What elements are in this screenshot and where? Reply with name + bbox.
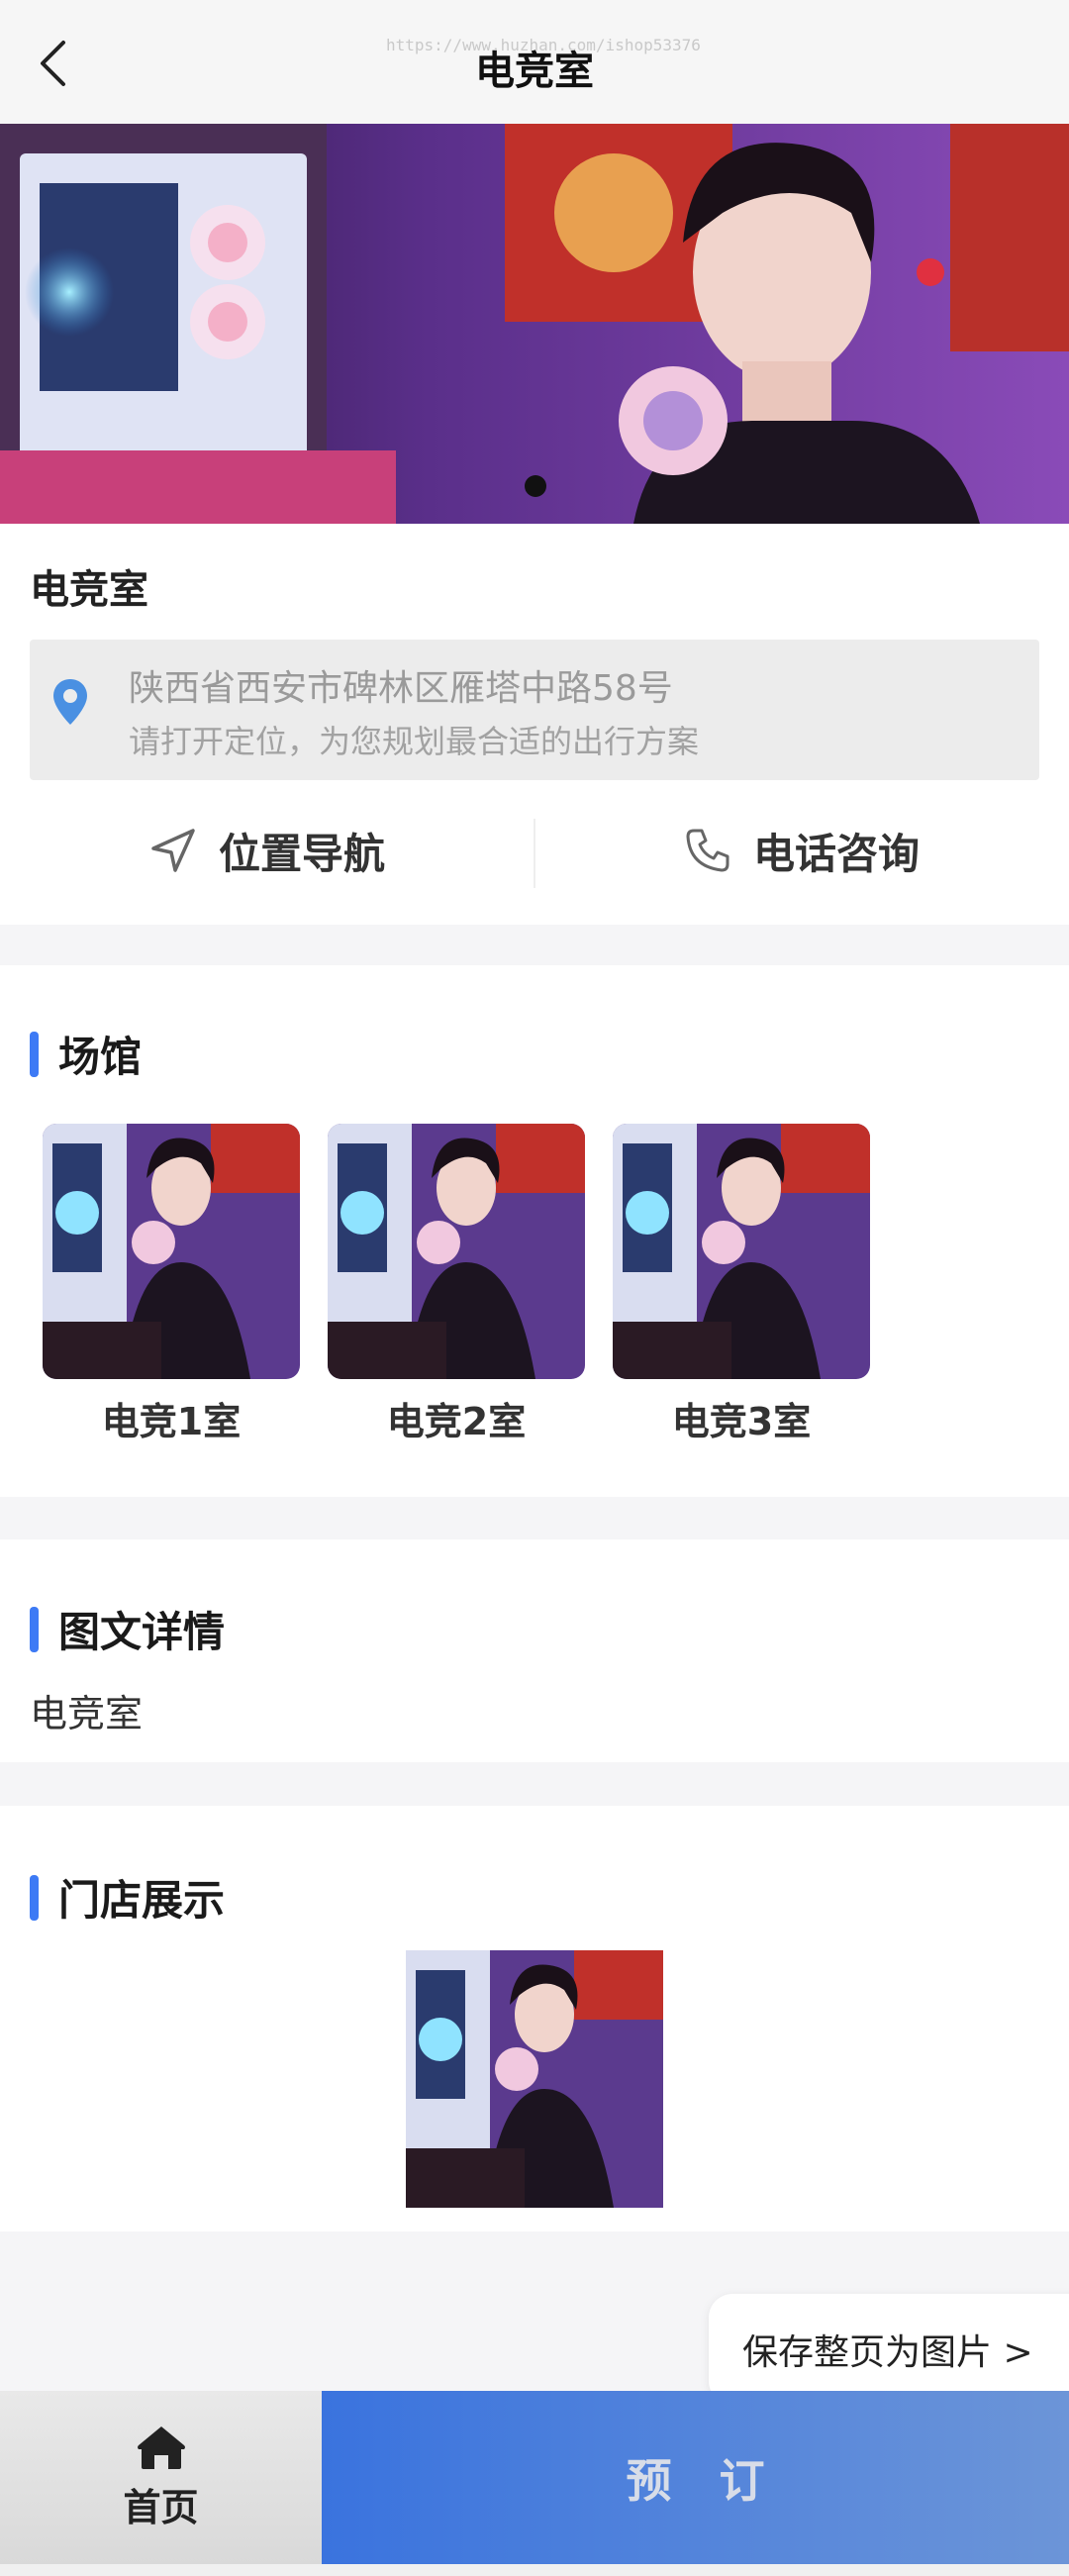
showcase-title: 门店展示 <box>30 1867 225 1928</box>
venues-title: 场馆 <box>30 1024 142 1084</box>
top-bar: https://www.huzhan.com/ishop53376 电竞室 <box>0 0 1069 124</box>
home-label: 首页 <box>123 2486 199 2529</box>
action-divider <box>534 819 535 888</box>
banner-carousel[interactable] <box>0 124 1069 524</box>
home-tab[interactable]: 首页 <box>0 2391 322 2564</box>
action-row: 位置导航 电话咨询 <box>0 801 1069 900</box>
venue-card-1[interactable]: 电竞1室 <box>43 1124 300 1445</box>
details-body: 电竞室 <box>30 1692 144 1735</box>
section-accent-bar <box>30 1874 39 1921</box>
details-title-text: 图文详情 <box>58 1608 226 1656</box>
location-pin-icon <box>53 679 87 725</box>
address-box[interactable]: 陕西省西安市碑林区雁塔中路58号 请打开定位，为您规划最合适的出行方案 <box>30 640 1039 780</box>
venue-thumbnail <box>328 1124 585 1379</box>
save-page-image-button[interactable]: 保存整页为图片 > <box>709 2294 1069 2405</box>
venue-name: 电竞2室 <box>386 1400 527 1443</box>
back-button[interactable] <box>28 36 77 91</box>
bottom-bar: 首页 预订 <box>0 2391 1069 2564</box>
navigation-label: 位置导航 <box>218 829 385 878</box>
bottom-edge <box>0 2564 1069 2576</box>
home-icon <box>137 2427 185 2469</box>
book-button[interactable]: 预订 <box>322 2391 1069 2564</box>
location-hint: 请打开定位，为您规划最合适的出行方案 <box>129 723 700 760</box>
store-name: 电竞室 <box>30 567 148 613</box>
watermark-text: https://www.huzhan.com/ishop53376 <box>386 36 701 54</box>
venues-section: 场馆 电竞1室 电竞2室 电竞3室 <box>0 965 1069 1497</box>
venues-title-text: 场馆 <box>58 1033 143 1081</box>
details-section: 图文详情 电竞室 <box>0 1539 1069 1762</box>
venue-card-2[interactable]: 电竞2室 <box>328 1124 585 1445</box>
section-accent-bar <box>30 1031 39 1077</box>
venue-name: 电竞1室 <box>101 1400 242 1443</box>
banner-image <box>0 124 1069 524</box>
chevron-left-icon <box>41 41 65 86</box>
phone-icon <box>686 829 729 872</box>
navigation-button[interactable]: 位置导航 <box>0 801 534 900</box>
section-accent-bar <box>30 1606 39 1652</box>
venue-name: 电竞3室 <box>671 1400 812 1443</box>
carousel-dot-active[interactable] <box>525 475 546 497</box>
venue-thumbnail <box>613 1124 870 1379</box>
store-info-card: 电竞室 陕西省西安市碑林区雁塔中路58号 请打开定位，为您规划最合适的出行方案 … <box>0 524 1069 925</box>
venue-card-3[interactable]: 电竞3室 <box>613 1124 870 1445</box>
showcase-title-text: 门店展示 <box>58 1876 226 1925</box>
phone-button[interactable]: 电话咨询 <box>534 801 1069 900</box>
details-title: 图文详情 <box>30 1599 225 1659</box>
store-photo[interactable] <box>406 1950 663 2208</box>
navigation-arrow-icon <box>151 829 195 872</box>
store-address: 陕西省西安市碑林区雁塔中路58号 <box>129 668 673 709</box>
phone-label: 电话咨询 <box>752 829 920 878</box>
showcase-section: 门店展示 <box>0 1806 1069 2231</box>
venue-thumbnail <box>43 1124 300 1379</box>
